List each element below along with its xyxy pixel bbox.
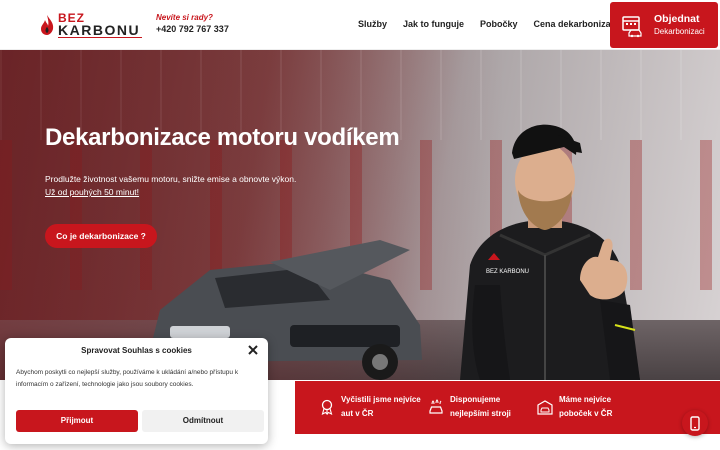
award-icon bbox=[321, 399, 333, 415]
advice-label: Nevíte si rady? bbox=[156, 13, 213, 22]
calendar-car-icon bbox=[622, 16, 642, 38]
hero-subtitle-highlight: Už od pouhých 50 minut! bbox=[45, 187, 140, 197]
cookie-dialog-title: Spravovat Souhlas s cookies bbox=[81, 346, 192, 355]
logo-text-karbonu: KARBONU bbox=[58, 22, 141, 38]
cookie-consent-dialog: Spravovat Souhlas s cookies Abychom posk… bbox=[5, 338, 268, 444]
nav-sluzby[interactable]: Služby bbox=[358, 19, 387, 29]
nav-jak-to-funguje[interactable]: Jak to funguje bbox=[403, 19, 464, 29]
phone-icon bbox=[690, 416, 700, 431]
hero-subtitle: Prodlužte životnost vašemu motoru, snižt… bbox=[45, 174, 297, 184]
feature-text: Vyčistili jsme nejvíce aut v ČR bbox=[341, 395, 421, 418]
nav-pobocky[interactable]: Pobočky bbox=[480, 19, 518, 29]
car-wash-icon bbox=[429, 399, 443, 414]
hero-section: BEZ KARBONU Dekarbonizace motoru vodíkem… bbox=[0, 50, 720, 380]
logo-underline bbox=[58, 37, 142, 38]
close-icon[interactable] bbox=[247, 344, 259, 356]
main-nav: Služby Jak to funguje Pobočky Cena dekar… bbox=[358, 19, 637, 29]
nav-cena-dekarbonizace[interactable]: Cena dekarbonizace bbox=[534, 19, 621, 29]
mechanic-image: BEZ KARBONU bbox=[460, 124, 640, 380]
cookie-accept-button[interactable]: Přijmout bbox=[16, 410, 138, 432]
site-header: BEZ KARBONU Nevíte si rady? +420 792 767… bbox=[0, 0, 720, 50]
chat-button[interactable] bbox=[682, 410, 708, 436]
hero-title: Dekarbonizace motoru vodíkem bbox=[45, 124, 400, 151]
cookie-deny-button[interactable]: Odmítnout bbox=[142, 410, 264, 432]
logo[interactable]: BEZ KARBONU bbox=[38, 12, 144, 38]
order-button[interactable]: Objednat Dekarbonizaci bbox=[610, 2, 718, 48]
order-button-title: Objednat bbox=[654, 13, 700, 25]
phone-link[interactable]: +420 792 767 337 bbox=[156, 24, 229, 34]
cookie-dialog-text: Abychom poskytli co nejlepší služby, pou… bbox=[16, 369, 239, 388]
feature-text: Máme nejvíce poboček v ČR bbox=[559, 395, 613, 418]
vest-logo-text: BEZ KARBONU bbox=[486, 269, 529, 275]
garage-icon bbox=[537, 400, 553, 415]
flame-icon bbox=[41, 15, 54, 35]
feature-text: Disponujeme nejlepšími stroji bbox=[450, 395, 511, 418]
order-button-subtitle: Dekarbonizaci bbox=[654, 27, 705, 36]
features-bar: Vyčistili jsme nejvíce aut v ČR Disponuje… bbox=[295, 381, 720, 434]
what-is-decarbonization-button[interactable]: Co je dekarbonizace ? bbox=[45, 224, 157, 248]
